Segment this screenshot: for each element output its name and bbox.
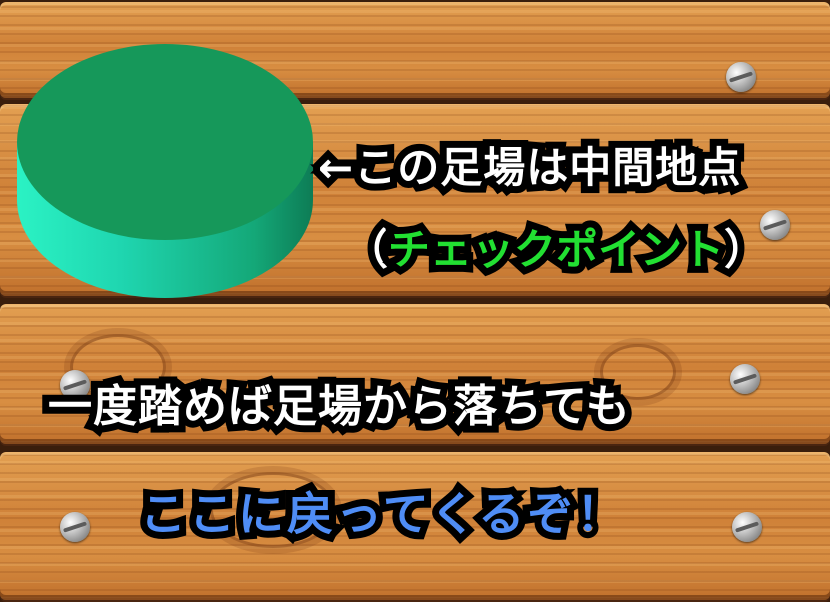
caption-line-3: 一度踏めば足場から落ちても — [41, 374, 637, 439]
tutorial-scene: ←この足場は中間地点 （チェックポイント） 一度踏めば足場から落ちても ここに戻… — [0, 0, 830, 602]
paren-open: （ — [339, 218, 395, 281]
screw-icon — [732, 512, 762, 542]
screw-icon — [726, 62, 756, 92]
screw-icon — [60, 512, 90, 542]
paren-close: ） — [717, 218, 773, 281]
screw-icon — [730, 364, 760, 394]
checkpoint-highlight: チェックポイント — [381, 218, 731, 281]
caption-line-4: ここに戻ってくるぞ！ — [133, 480, 629, 548]
caption-line-2: （チェックポイント） — [339, 216, 773, 281]
caption-line-1: ←この足場は中間地点 — [311, 136, 747, 199]
checkpoint-platform-icon — [17, 44, 313, 298]
